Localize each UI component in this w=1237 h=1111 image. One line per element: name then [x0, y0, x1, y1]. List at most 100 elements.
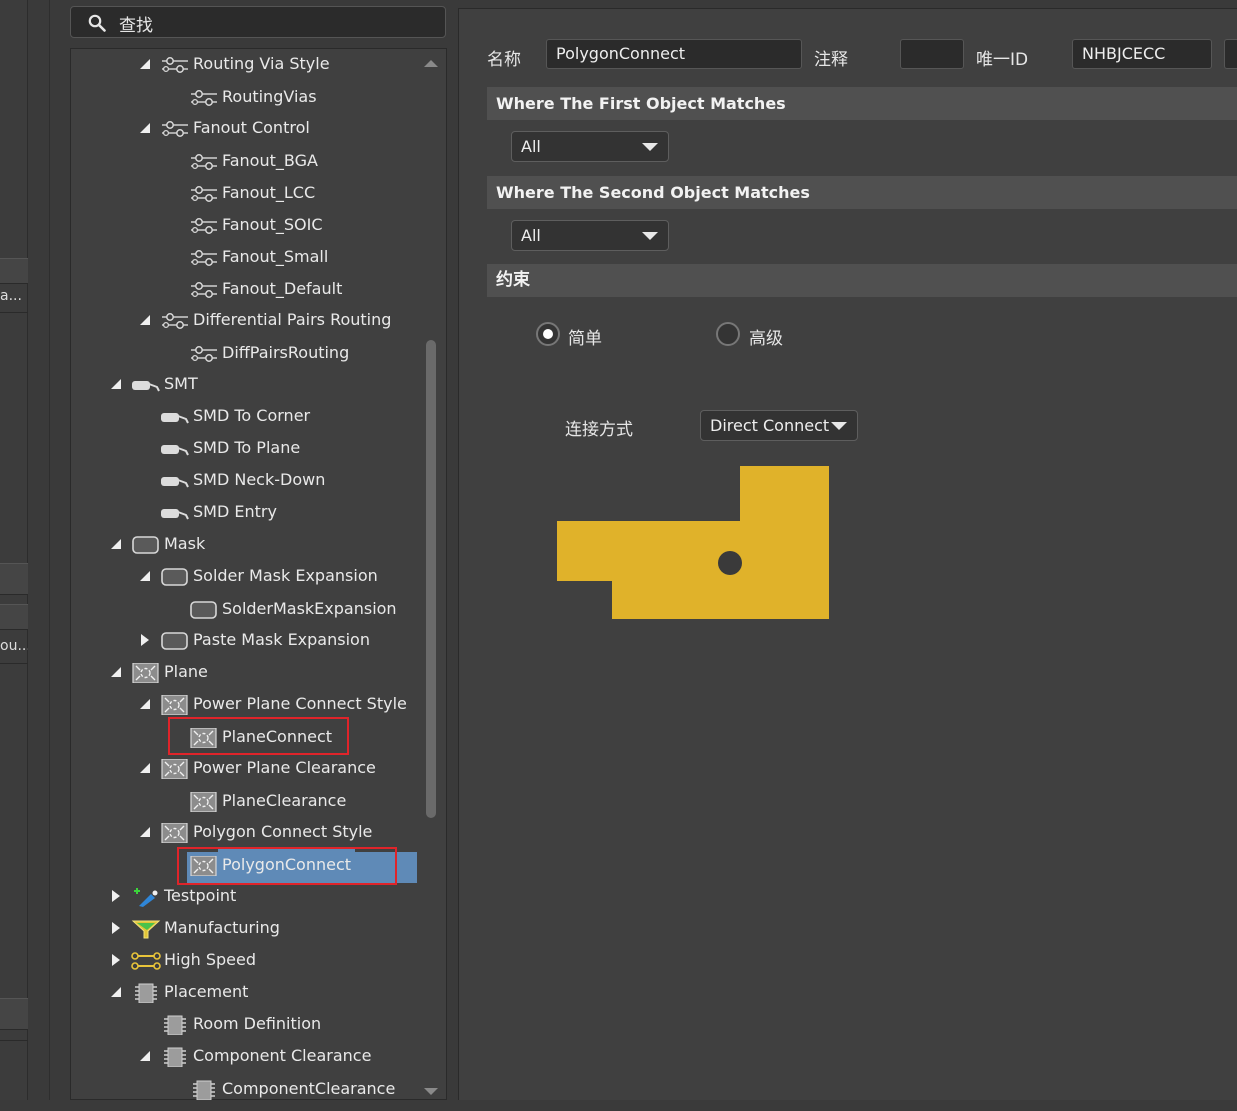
expanded-arrow-icon[interactable]	[140, 112, 150, 144]
expanded-arrow-icon[interactable]	[140, 304, 150, 336]
tree-item[interactable]: Plane	[0, 656, 420, 688]
tree-item-label: Power Plane Connect Style	[193, 694, 407, 713]
chip-icon	[160, 1014, 190, 1036]
name-field[interactable]: PolygonConnect	[546, 39, 802, 69]
tree-item-label: RoutingVias	[222, 87, 317, 106]
tree-item[interactable]: RoutingVias	[0, 81, 420, 113]
tree-item[interactable]: SMT	[0, 368, 420, 400]
simple-radio-label[interactable]: 简单	[568, 324, 602, 349]
rule-connector-icon	[189, 151, 219, 171]
first-match-header: Where The First Object Matches	[487, 87, 1237, 120]
tree-item[interactable]: Fanout_BGA	[0, 145, 420, 177]
expanded-arrow-icon[interactable]	[140, 560, 150, 592]
expanded-arrow-icon[interactable]	[140, 48, 150, 80]
expanded-arrow-icon[interactable]	[140, 752, 150, 784]
tree-item[interactable]: Differential Pairs Routing	[0, 304, 420, 336]
rule-connector-icon	[160, 310, 190, 330]
connect-style-dropdown[interactable]: Direct Connect	[700, 410, 858, 441]
tree-item[interactable]: High Speed	[0, 944, 420, 976]
tree-item-label: ComponentClearance	[222, 1079, 396, 1098]
scroll-up-icon[interactable]	[424, 60, 438, 67]
expanded-arrow-icon[interactable]	[140, 1040, 150, 1072]
tree-item-label: Power Plane Clearance	[193, 758, 376, 777]
tree-item[interactable]: Placement	[0, 976, 420, 1008]
edit-button[interactable]	[1224, 39, 1237, 69]
tree-item-label: Manufacturing	[164, 918, 280, 937]
name-label: 名称	[487, 50, 521, 70]
tree-item-label: Solder Mask Expansion	[193, 566, 378, 585]
plane-icon	[160, 758, 190, 780]
tree-item[interactable]: PlaneClearance	[0, 785, 420, 817]
expanded-arrow-icon[interactable]	[111, 528, 121, 560]
tree-item-label: Mask	[164, 534, 206, 553]
manufacturing-icon	[131, 918, 161, 939]
tree-item-label: Component Clearance	[193, 1046, 372, 1065]
second-match-header: Where The Second Object Matches	[487, 176, 1237, 209]
unique-id-field[interactable]: NHBJCECC	[1072, 39, 1212, 69]
tree-item[interactable]: Routing Via Style	[0, 48, 420, 80]
tree-item-label: Differential Pairs Routing	[193, 310, 392, 329]
advanced-radio[interactable]	[716, 322, 740, 346]
tree-item-label: Paste Mask Expansion	[193, 630, 370, 649]
connect-style-value: Direct Connect	[710, 416, 830, 435]
first-match-dropdown[interactable]: All	[511, 131, 669, 162]
plane-icon	[160, 694, 190, 716]
collapsed-arrow-icon[interactable]	[111, 912, 121, 944]
second-match-value: All	[521, 226, 541, 245]
tree-item[interactable]: SMD Neck-Down	[0, 464, 420, 496]
tree-scrollbar-thumb[interactable]	[426, 340, 436, 818]
tree-item[interactable]: ComponentClearance	[0, 1073, 420, 1105]
simple-radio[interactable]	[536, 322, 560, 346]
second-match-dropdown[interactable]: All	[511, 220, 669, 251]
advanced-radio-label[interactable]: 高级	[749, 324, 783, 349]
tree-item[interactable]: Fanout_SOIC	[0, 209, 420, 241]
tree-item[interactable]: Manufacturing	[0, 912, 420, 944]
expanded-arrow-icon[interactable]	[111, 368, 121, 400]
collapsed-arrow-icon[interactable]	[111, 944, 121, 976]
rule-connector-icon	[189, 279, 219, 299]
first-match-value: All	[521, 137, 541, 156]
search-input[interactable]: 查找	[70, 6, 446, 38]
tree-item[interactable]: Component Clearance	[0, 1040, 420, 1072]
rule-connector-icon	[189, 215, 219, 235]
scroll-down-icon[interactable]	[424, 1088, 438, 1095]
tree-item[interactable]: Fanout_LCC	[0, 177, 420, 209]
plane-icon	[189, 791, 219, 813]
smt-pad-icon	[160, 502, 190, 522]
tree-item[interactable]: Mask	[0, 528, 420, 560]
tree-item[interactable]: Power Plane Connect Style	[0, 688, 420, 720]
chip-icon	[160, 1046, 190, 1068]
tree-item[interactable]: SMD To Plane	[0, 432, 420, 464]
tree-item-label: Routing Via Style	[193, 54, 330, 73]
collapsed-arrow-icon[interactable]	[111, 880, 121, 912]
tree-item[interactable]: Room Definition	[0, 1008, 420, 1040]
smt-pad-icon	[131, 374, 161, 394]
expanded-arrow-icon[interactable]	[111, 976, 121, 1008]
tree-item[interactable]: DiffPairsRouting	[0, 337, 420, 369]
expanded-arrow-icon[interactable]	[140, 688, 150, 720]
tree-item[interactable]: SMD To Corner	[0, 400, 420, 432]
unique-id-label: 唯一ID	[976, 50, 1029, 70]
mask-icon	[131, 534, 161, 554]
tree-item[interactable]: Fanout_Default	[0, 273, 420, 305]
plane-icon	[160, 822, 190, 844]
tree-item-label: High Speed	[164, 950, 257, 969]
tree-item[interactable]: Power Plane Clearance	[0, 752, 420, 784]
collapsed-arrow-icon[interactable]	[140, 624, 150, 656]
tree-item[interactable]: Paste Mask Expansion	[0, 624, 420, 656]
rule-connector-icon	[189, 87, 219, 107]
tree-item[interactable]: SMD Entry	[0, 496, 420, 528]
tree-item[interactable]: Fanout Control	[0, 112, 420, 144]
tree-item-label: DiffPairsRouting	[222, 343, 350, 362]
comment-label: 注释	[814, 50, 848, 70]
tree-item[interactable]: Fanout_Small	[0, 241, 420, 273]
rule-connector-icon	[189, 247, 219, 267]
tree-item[interactable]: Solder Mask Expansion	[0, 560, 420, 592]
tree-item[interactable]: Polygon Connect Style	[0, 816, 420, 848]
comment-field[interactable]	[900, 39, 964, 69]
tree-item[interactable]: SolderMaskExpansion	[0, 593, 420, 625]
testpoint-icon	[131, 886, 161, 907]
expanded-arrow-icon[interactable]	[140, 816, 150, 848]
expanded-arrow-icon[interactable]	[111, 656, 121, 688]
tree-item-label: SMD To Corner	[193, 406, 311, 425]
